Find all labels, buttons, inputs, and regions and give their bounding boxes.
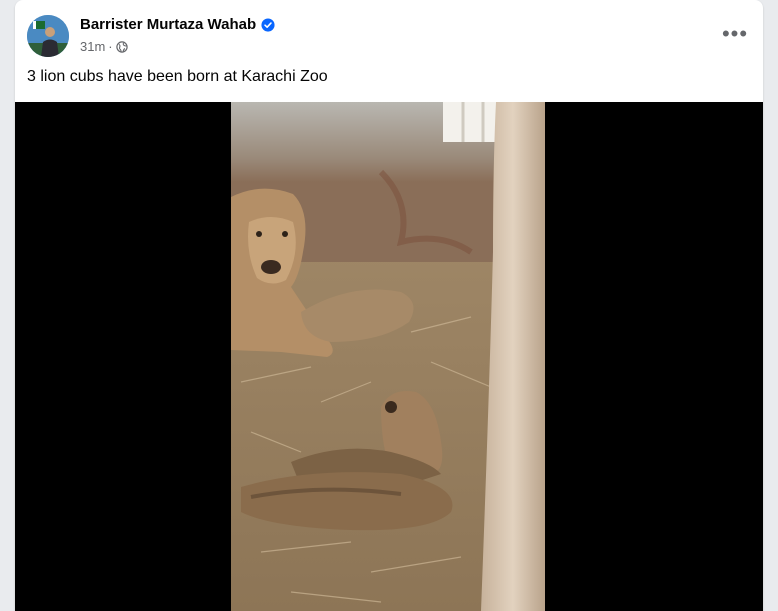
globe-icon[interactable] — [115, 40, 128, 53]
post-message: 3 lion cubs have been born at Karachi Zo… — [27, 68, 328, 85]
lion-cubs-video-frame — [231, 102, 545, 611]
post-video[interactable] — [15, 102, 763, 611]
post-header: Barrister Murtaza Wahab 31m · ••• — [15, 0, 763, 60]
author-avatar[interactable] — [27, 15, 69, 57]
more-options-button[interactable]: ••• — [719, 18, 751, 50]
post-card: Barrister Murtaza Wahab 31m · ••• 3 lion… — [15, 0, 763, 611]
author-name-row: Barrister Murtaza Wahab — [80, 16, 275, 33]
video-frame[interactable] — [231, 102, 545, 611]
avatar-image — [27, 15, 69, 57]
meta-separator: · — [108, 39, 113, 54]
post-timestamp[interactable]: 31m — [80, 39, 105, 54]
verified-badge-icon — [261, 17, 275, 32]
author-name[interactable]: Barrister Murtaza Wahab — [80, 16, 256, 33]
post-meta: 31m · — [80, 39, 128, 54]
